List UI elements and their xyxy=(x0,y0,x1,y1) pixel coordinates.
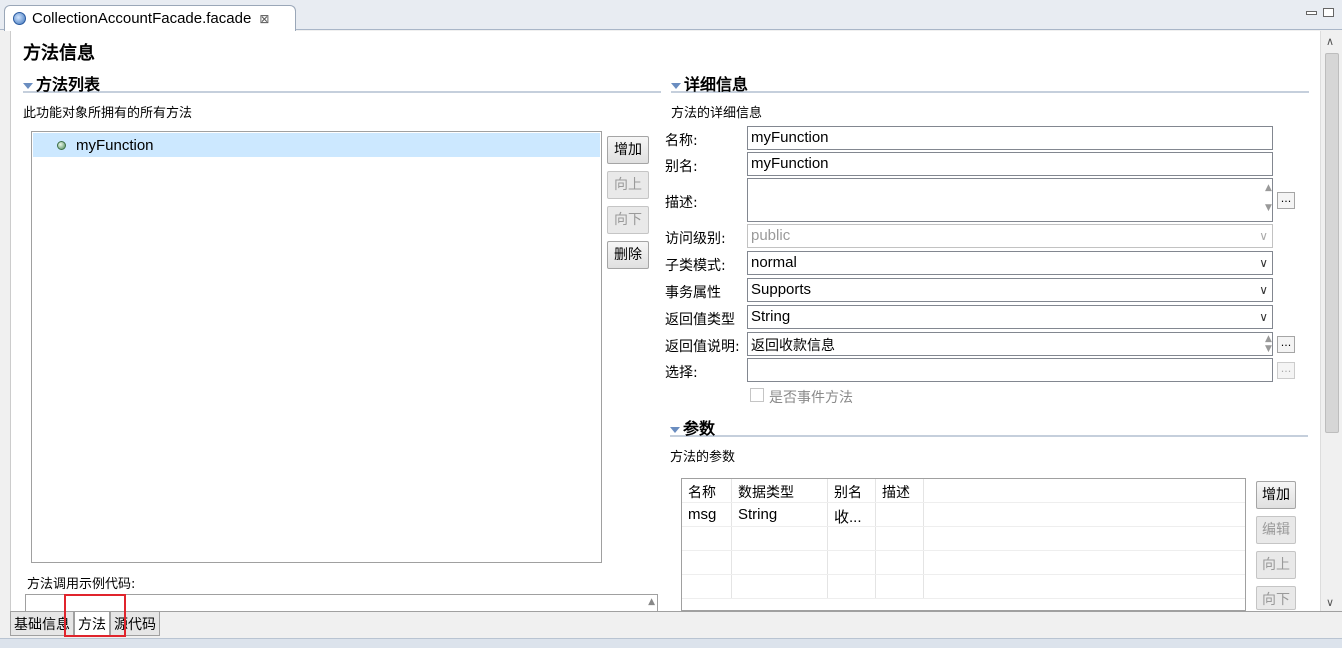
subclass-mode-value: normal xyxy=(751,254,797,271)
params-section-description: 方法的参数 xyxy=(670,450,736,465)
table-cell xyxy=(876,503,924,526)
column-header-type[interactable]: 数据类型 xyxy=(732,479,828,502)
method-list[interactable]: myFunction xyxy=(31,131,602,563)
move-down-method-button[interactable]: 向下 xyxy=(607,206,649,234)
vertical-scrollbar[interactable]: ∧ ∨ xyxy=(1320,31,1342,611)
move-down-param-button[interactable]: 向下 xyxy=(1256,586,1296,610)
chevron-down-icon: ∨ xyxy=(1259,283,1268,297)
chevron-down-icon: ∨ xyxy=(1259,310,1268,324)
window-controls xyxy=(1306,8,1334,17)
access-level-select[interactable]: public ∨ xyxy=(747,224,1273,248)
table-cell xyxy=(924,503,1245,526)
scroll-up-icon[interactable]: ▲ xyxy=(648,597,655,607)
close-tab-icon[interactable]: ⊠ xyxy=(259,12,269,26)
methods-section-header[interactable]: 方法列表 xyxy=(23,71,661,94)
return-description-label: 返回值说明: xyxy=(665,339,740,355)
detail-section-header[interactable]: 详细信息 xyxy=(671,71,1309,94)
method-name: myFunction xyxy=(76,136,154,154)
detail-section-description: 方法的详细信息 xyxy=(671,106,763,121)
table-cell: msg xyxy=(682,503,732,526)
return-description-field[interactable]: 返回收款信息 xyxy=(747,332,1273,356)
methods-section-title: 方法列表 xyxy=(36,75,101,94)
column-header-description[interactable]: 描述 xyxy=(876,479,924,502)
add-method-button[interactable]: 增加 xyxy=(607,136,649,164)
highlight-box xyxy=(64,594,126,637)
collapse-triangle-icon[interactable] xyxy=(671,82,681,89)
params-table[interactable]: 名称 数据类型 别名 描述 msg String 收... xyxy=(681,478,1246,611)
table-row xyxy=(682,527,1245,551)
delete-method-button[interactable]: 删除 xyxy=(607,241,649,269)
subclass-mode-label: 子类模式: xyxy=(665,258,726,274)
return-type-select[interactable]: String ∨ xyxy=(747,305,1273,329)
scroll-up-icon[interactable]: ∧ xyxy=(1326,35,1334,48)
select-field[interactable] xyxy=(747,358,1273,382)
description-field[interactable] xyxy=(747,178,1273,222)
return-type-value: String xyxy=(751,308,791,325)
column-header-name[interactable]: 名称 xyxy=(682,479,732,502)
select-label: 选择: xyxy=(665,365,698,381)
description-label: 描述: xyxy=(665,195,698,211)
methods-section-description: 此功能对象所拥有的所有方法 xyxy=(23,106,193,121)
list-item[interactable]: myFunction xyxy=(33,133,600,157)
table-cell: String xyxy=(732,503,828,526)
access-level-label: 访问级别: xyxy=(665,231,726,247)
table-row[interactable]: msg String 收... xyxy=(682,503,1245,527)
move-up-method-button[interactable]: 向上 xyxy=(607,171,649,199)
params-section-title: 参数 xyxy=(683,419,716,438)
column-header-alias[interactable]: 别名 xyxy=(828,479,876,502)
subclass-mode-select[interactable]: normal ∨ xyxy=(747,251,1273,275)
table-row xyxy=(682,575,1245,599)
access-level-value: public xyxy=(751,227,791,244)
editor-tab[interactable]: CollectionAccountFacade.facade ⊠ xyxy=(4,5,296,31)
minimize-icon[interactable] xyxy=(1306,11,1317,15)
event-method-checkbox[interactable] xyxy=(750,388,764,402)
alias-label: 别名: xyxy=(665,159,698,175)
column-header-spacer xyxy=(924,479,1245,502)
table-row xyxy=(682,551,1245,575)
edit-param-button[interactable]: 编辑 xyxy=(1256,516,1296,544)
editor-tab-title: CollectionAccountFacade.facade xyxy=(32,10,252,27)
detail-section-title: 详细信息 xyxy=(684,75,749,94)
example-code-label: 方法调用示例代码: xyxy=(27,577,136,592)
chevron-down-icon: ∨ xyxy=(1259,256,1268,270)
chevron-down-icon: ∨ xyxy=(1259,229,1268,243)
return-type-label: 返回值类型 xyxy=(665,312,735,328)
status-bar xyxy=(0,638,1342,648)
name-field[interactable]: myFunction xyxy=(747,126,1273,150)
transaction-value: Supports xyxy=(751,281,812,298)
editor-tab-bar: CollectionAccountFacade.facade ⊠ xyxy=(0,0,1342,31)
page-tabs: 基础信息 方法 源代码 xyxy=(10,611,1342,637)
maximize-icon[interactable] xyxy=(1323,8,1334,17)
event-method-label: 是否事件方法 xyxy=(769,390,853,406)
transaction-label: 事务属性 xyxy=(665,285,721,301)
alias-field[interactable]: myFunction xyxy=(747,152,1273,176)
description-ellipsis-button[interactable]: ... xyxy=(1277,192,1295,209)
add-param-button[interactable]: 增加 xyxy=(1256,481,1296,509)
scroll-down-icon[interactable]: ∨ xyxy=(1326,596,1334,609)
name-label: 名称: xyxy=(665,133,698,149)
facade-file-icon xyxy=(13,12,26,25)
transaction-select[interactable]: Supports ∨ xyxy=(747,278,1273,302)
table-cell: 收... xyxy=(828,503,876,526)
method-icon xyxy=(57,140,66,150)
params-section-header[interactable]: 参数 xyxy=(670,415,1308,438)
return-description-ellipsis-button[interactable]: ... xyxy=(1277,336,1295,353)
scrollbar-thumb[interactable] xyxy=(1325,53,1339,433)
move-up-param-button[interactable]: 向上 xyxy=(1256,551,1296,579)
collapse-triangle-icon[interactable] xyxy=(23,82,33,89)
page-title: 方法信息 xyxy=(23,43,95,64)
select-ellipsis-button[interactable]: ... xyxy=(1277,362,1295,379)
table-header-row: 名称 数据类型 别名 描述 xyxy=(682,479,1245,503)
collapse-triangle-icon[interactable] xyxy=(670,426,680,433)
